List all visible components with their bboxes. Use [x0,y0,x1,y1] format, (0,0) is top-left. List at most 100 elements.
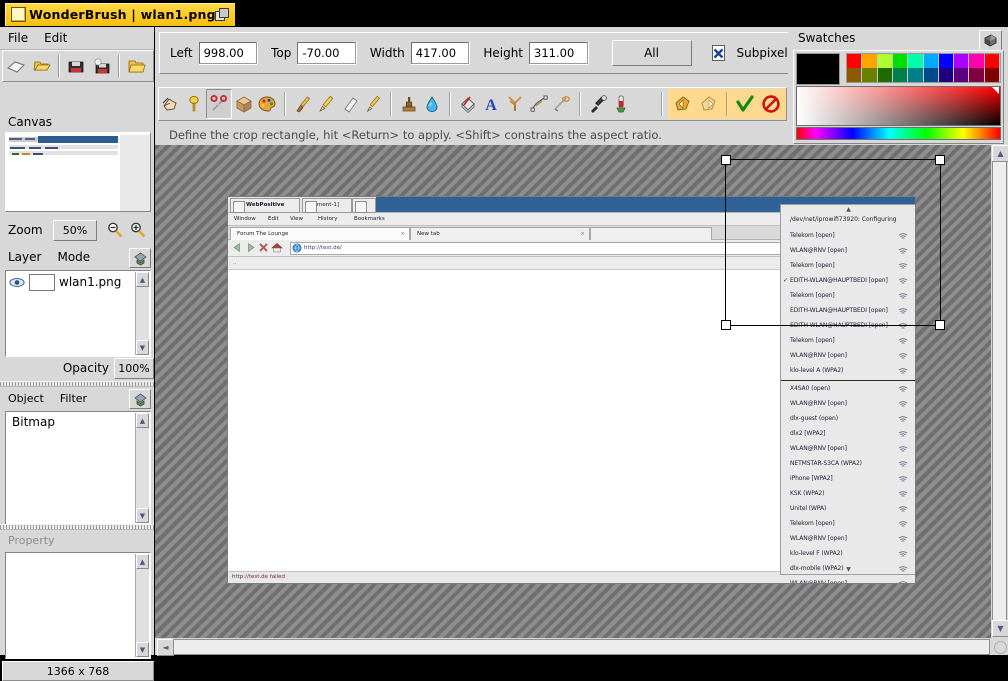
palette-swatch-4[interactable] [908,54,924,68]
wifi-network-row[interactable]: WLAN@RNV [open] [781,349,915,364]
wifi-network-row[interactable]: iPhone [WPA2] [781,472,915,487]
wifi-network-row[interactable]: KSK (WPA2) [781,487,915,502]
scroll-up-button[interactable]: ▲ [136,554,149,569]
crop-top-field[interactable]: -70.00 [297,42,356,64]
swatches-menu-button[interactable] [979,30,1002,51]
wifi-network-row[interactable]: dlx2 [WPA2] [781,427,915,442]
tool-text[interactable]: A [480,90,504,118]
wifi-network-row[interactable]: dlx-guest (open) [781,412,915,427]
home-icon[interactable] [271,242,283,253]
browser-app-tab[interactable]: WebPositive [230,198,300,213]
canvas-vertical-scrollbar[interactable]: ▲ ▼ [991,145,1008,638]
palette-swatch-17[interactable] [954,68,970,82]
browser-menu-window[interactable]: Window [234,216,256,222]
tool-brush[interactable] [291,90,315,118]
scroll-up-button[interactable]: ▲ [992,145,1008,162]
object-list-scrollbar[interactable]: ▲ ▼ [135,413,149,523]
back-arrow-icon[interactable] [232,242,243,253]
wifi-network-row[interactable]: Telekom [open] [781,334,915,349]
layer-list-scrollbar[interactable]: ▲ ▼ [135,272,149,355]
stop-icon[interactable] [258,242,269,253]
object-list[interactable]: Bitmap ▲ ▼ [5,411,151,525]
canvas-view[interactable]: WebPositive ment-1] Window Edit View His… [155,145,991,638]
palette-swatch-13[interactable] [892,68,909,82]
crop-handle-bottom-left[interactable] [721,320,731,330]
crop-left-field[interactable]: 998.00 [198,42,258,64]
open-document-button[interactable] [29,53,55,79]
palette-swatch-16[interactable] [938,68,955,82]
scroll-down-button[interactable]: ▼ [136,340,149,355]
palette-swatch-2[interactable] [877,54,893,68]
list-item[interactable]: Bitmap [6,412,150,429]
hue-slider[interactable] [796,127,1001,140]
crop-handle-bottom-right[interactable] [935,320,945,330]
palette-swatch-10[interactable] [847,68,863,82]
palette-swatch-15[interactable] [923,68,939,82]
redo-button[interactable] [696,90,722,118]
tool-pick[interactable] [159,90,183,118]
crop-rectangle[interactable] [721,155,945,330]
window-tab[interactable]: WonderBrush | wlan1.png [4,2,236,26]
close-icon[interactable]: × [400,231,405,237]
tool-transform[interactable] [232,90,256,118]
browser-menu-bookmarks[interactable]: Bookmarks [354,216,385,222]
vertical-scroll-track[interactable] [992,161,1007,621]
menu-file[interactable]: File [0,29,36,47]
eye-visible-icon[interactable] [9,277,25,288]
palette-swatch-6[interactable] [938,54,955,68]
crop-handle-top-right[interactable] [935,155,945,165]
wifi-network-row[interactable]: WLAN@RNV [open] [781,442,915,457]
wifi-network-row[interactable]: klo-level F (WPA2) [781,547,915,562]
layer-list[interactable]: wlan1.png ▲ ▼ [5,270,151,357]
palette-swatch-8[interactable] [969,54,985,68]
zoom-value-field[interactable]: 50% [52,219,98,241]
palette-swatch-19[interactable] [984,68,1000,82]
palette-swatch-0[interactable] [847,54,863,68]
cancel-button[interactable] [758,90,784,118]
resize-grip-icon[interactable] [994,641,1007,654]
palette-swatch-9[interactable] [984,54,1000,68]
scroll-up-button[interactable]: ▲ [136,413,149,428]
tab-layer[interactable]: Layer [0,250,41,264]
tool-pen[interactable] [314,90,338,118]
wifi-network-row[interactable]: klo-level A (WPA2) [781,364,915,379]
wifi-network-row[interactable]: WLAN@RNV [open] [781,397,915,412]
wifi-network-row[interactable]: Unitel (WPA) [781,502,915,517]
palette-swatch-3[interactable] [892,54,909,68]
tool-fill[interactable] [456,90,480,118]
tool-blur[interactable] [421,90,445,118]
palette-swatch-7[interactable] [954,54,970,68]
property-list[interactable]: ▲ ▼ [5,552,151,659]
palette-swatch-18[interactable] [969,68,985,82]
list-item[interactable]: wlan1.png [6,271,150,293]
browser-tab-2[interactable] [590,227,712,240]
forward-arrow-icon[interactable] [245,242,256,253]
tab-mode[interactable]: Mode [41,250,90,264]
zoom-in-button[interactable] [127,219,150,241]
canvas-thumbnail[interactable] [6,133,150,211]
crop-height-field[interactable]: 311.00 [529,42,588,64]
property-list-scrollbar[interactable]: ▲ ▼ [135,554,149,657]
wifi-network-row[interactable]: WLAN@RNV [open] [781,577,915,583]
tab-filter[interactable]: Filter [44,392,87,405]
tool-shape[interactable] [503,90,527,118]
close-icon[interactable]: × [580,231,585,237]
tab-object[interactable]: Object [0,392,44,405]
tool-ellipse[interactable] [550,90,574,118]
wifi-network-row[interactable]: X4SA0 (open) [781,382,915,397]
tool-eraser[interactable] [338,90,362,118]
menu-edit[interactable]: Edit [36,29,75,47]
object-menu-button[interactable] [129,389,151,409]
accept-button[interactable] [732,90,758,118]
undo-button[interactable] [670,90,696,118]
tool-gradient[interactable] [609,90,633,118]
browser-menu-edit[interactable]: Edit [268,216,279,222]
tool-eyedropper[interactable] [586,90,610,118]
palette-swatch-11[interactable] [862,68,878,82]
wifi-scroll-down[interactable]: ▼ [781,565,915,574]
palette-swatch-1[interactable] [862,54,878,68]
new-document-button[interactable] [3,53,29,79]
saturation-value-picker[interactable] [796,86,1001,126]
layer-menu-button[interactable] [129,248,151,268]
zoom-out-button[interactable] [103,219,126,241]
